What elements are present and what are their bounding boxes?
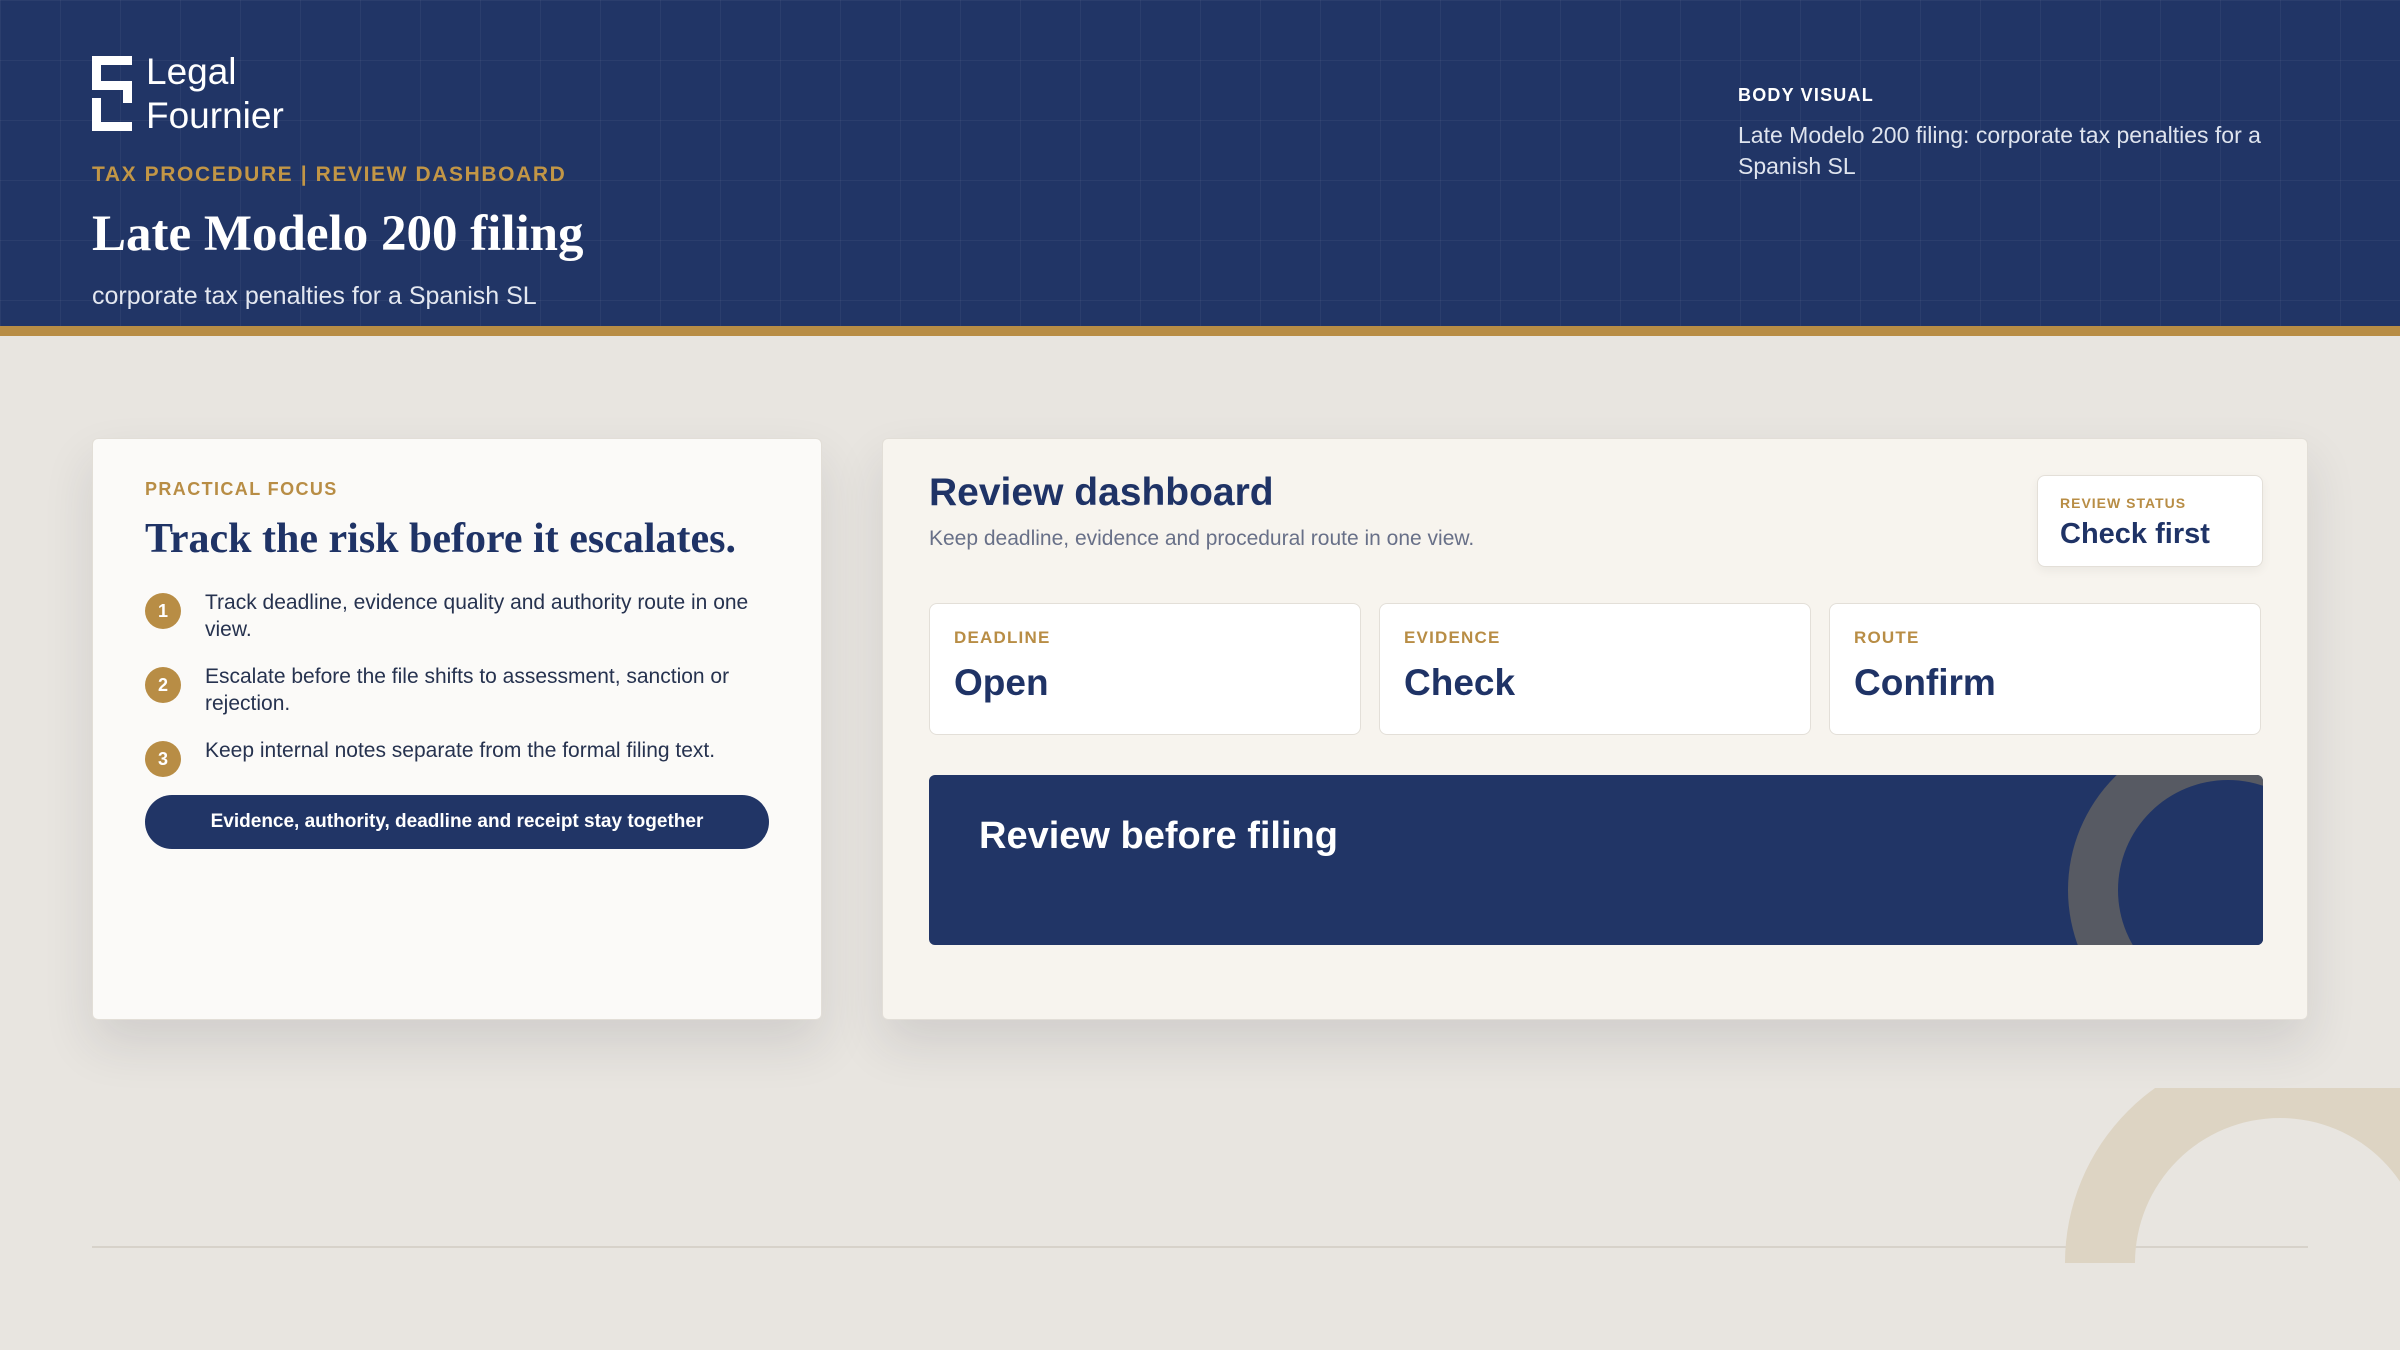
evidence-summary-pill: Evidence, authority, deadline and receip… (145, 795, 769, 849)
brand-wordmark: Legal Fournier (146, 50, 284, 138)
page-subtitle: corporate tax penalties for a Spanish SL (92, 282, 537, 310)
focus-steps-list: 1 Track deadline, evidence quality and a… (145, 589, 775, 797)
body-visual-description: Late Modelo 200 filing: corporate tax pe… (1738, 122, 2261, 179)
brand-line-2: Fournier (146, 95, 284, 136)
decorative-circle-icon (2068, 775, 2263, 945)
focus-title: Track the risk before it escalates. (145, 516, 736, 562)
step-number-badge: 2 (145, 667, 181, 703)
practical-focus-card: PRACTICAL FOCUS Track the risk before it… (92, 438, 822, 1020)
body-visual-label: BODY VISUAL (1738, 85, 1874, 105)
metric-label: ROUTE (1854, 628, 1920, 647)
step-number-badge: 1 (145, 593, 181, 629)
dashboard-subtitle: Keep deadline, evidence and procedural r… (929, 527, 1475, 550)
decorative-arc-icon (2065, 1088, 2400, 1263)
review-before-filing-banner: Review before filing (929, 775, 2263, 945)
route-metric-card: ROUTE Confirm (1829, 603, 2261, 735)
brand-line-1: Legal (146, 51, 237, 92)
metric-label: EVIDENCE (1404, 628, 1501, 647)
brand-mark-icon (92, 56, 132, 131)
list-item: 3 Keep internal notes separate from the … (145, 737, 775, 777)
header-band: Legal Fournier TAX PROCEDURE | REVIEW DA… (0, 0, 2400, 326)
metric-label: DEADLINE (954, 628, 1051, 647)
dashboard-title: Review dashboard (929, 471, 1274, 514)
review-status-label: REVIEW STATUS (2060, 495, 2187, 511)
metric-value: Open (954, 662, 1049, 703)
review-status-value: Check first (2060, 518, 2210, 550)
footer-divider (92, 1246, 2308, 1248)
page-title: Late Modelo 200 filing (92, 206, 584, 262)
evidence-metric-card: EVIDENCE Check (1379, 603, 1811, 735)
metric-value: Confirm (1854, 662, 1996, 703)
step-text: Keep internal notes separate from the fo… (205, 739, 716, 762)
review-status-badge: REVIEW STATUS Check first (2037, 475, 2263, 567)
header-accent-rule (0, 326, 2400, 336)
focus-label: PRACTICAL FOCUS (145, 479, 338, 499)
brand-logo[interactable]: Legal Fournier (92, 50, 284, 136)
step-text: Escalate before the file shifts to asses… (205, 665, 730, 715)
step-text: Track deadline, evidence quality and aut… (205, 591, 749, 641)
list-item: 1 Track deadline, evidence quality and a… (145, 589, 775, 643)
deadline-metric-card: DEADLINE Open (929, 603, 1361, 735)
metric-value: Check (1404, 662, 1516, 703)
step-number-badge: 3 (145, 741, 181, 777)
list-item: 2 Escalate before the file shifts to ass… (145, 663, 775, 717)
banner-title: Review before filing (979, 815, 1338, 857)
review-dashboard-card: Review dashboard Keep deadline, evidence… (882, 438, 2308, 1020)
header-eyebrow: TAX PROCEDURE | REVIEW DASHBOARD (92, 163, 567, 186)
